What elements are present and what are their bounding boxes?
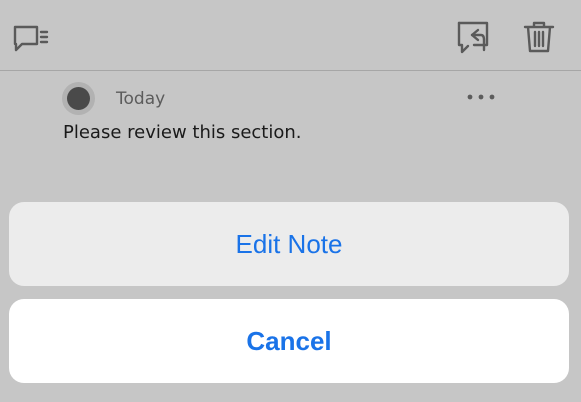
more-horizontal-icon[interactable]	[466, 89, 496, 105]
comment-toolbar	[0, 0, 581, 71]
comment-list-icon[interactable]	[12, 24, 50, 54]
edit-note-button[interactable]: Edit Note	[9, 202, 569, 286]
cancel-button[interactable]: Cancel	[9, 299, 569, 383]
comment-text: Please review this section.	[63, 122, 302, 143]
trash-icon[interactable]	[522, 20, 556, 54]
reply-comment-icon[interactable]	[456, 20, 492, 56]
comment-date: Today	[116, 89, 166, 109]
avatar-icon	[62, 82, 95, 115]
